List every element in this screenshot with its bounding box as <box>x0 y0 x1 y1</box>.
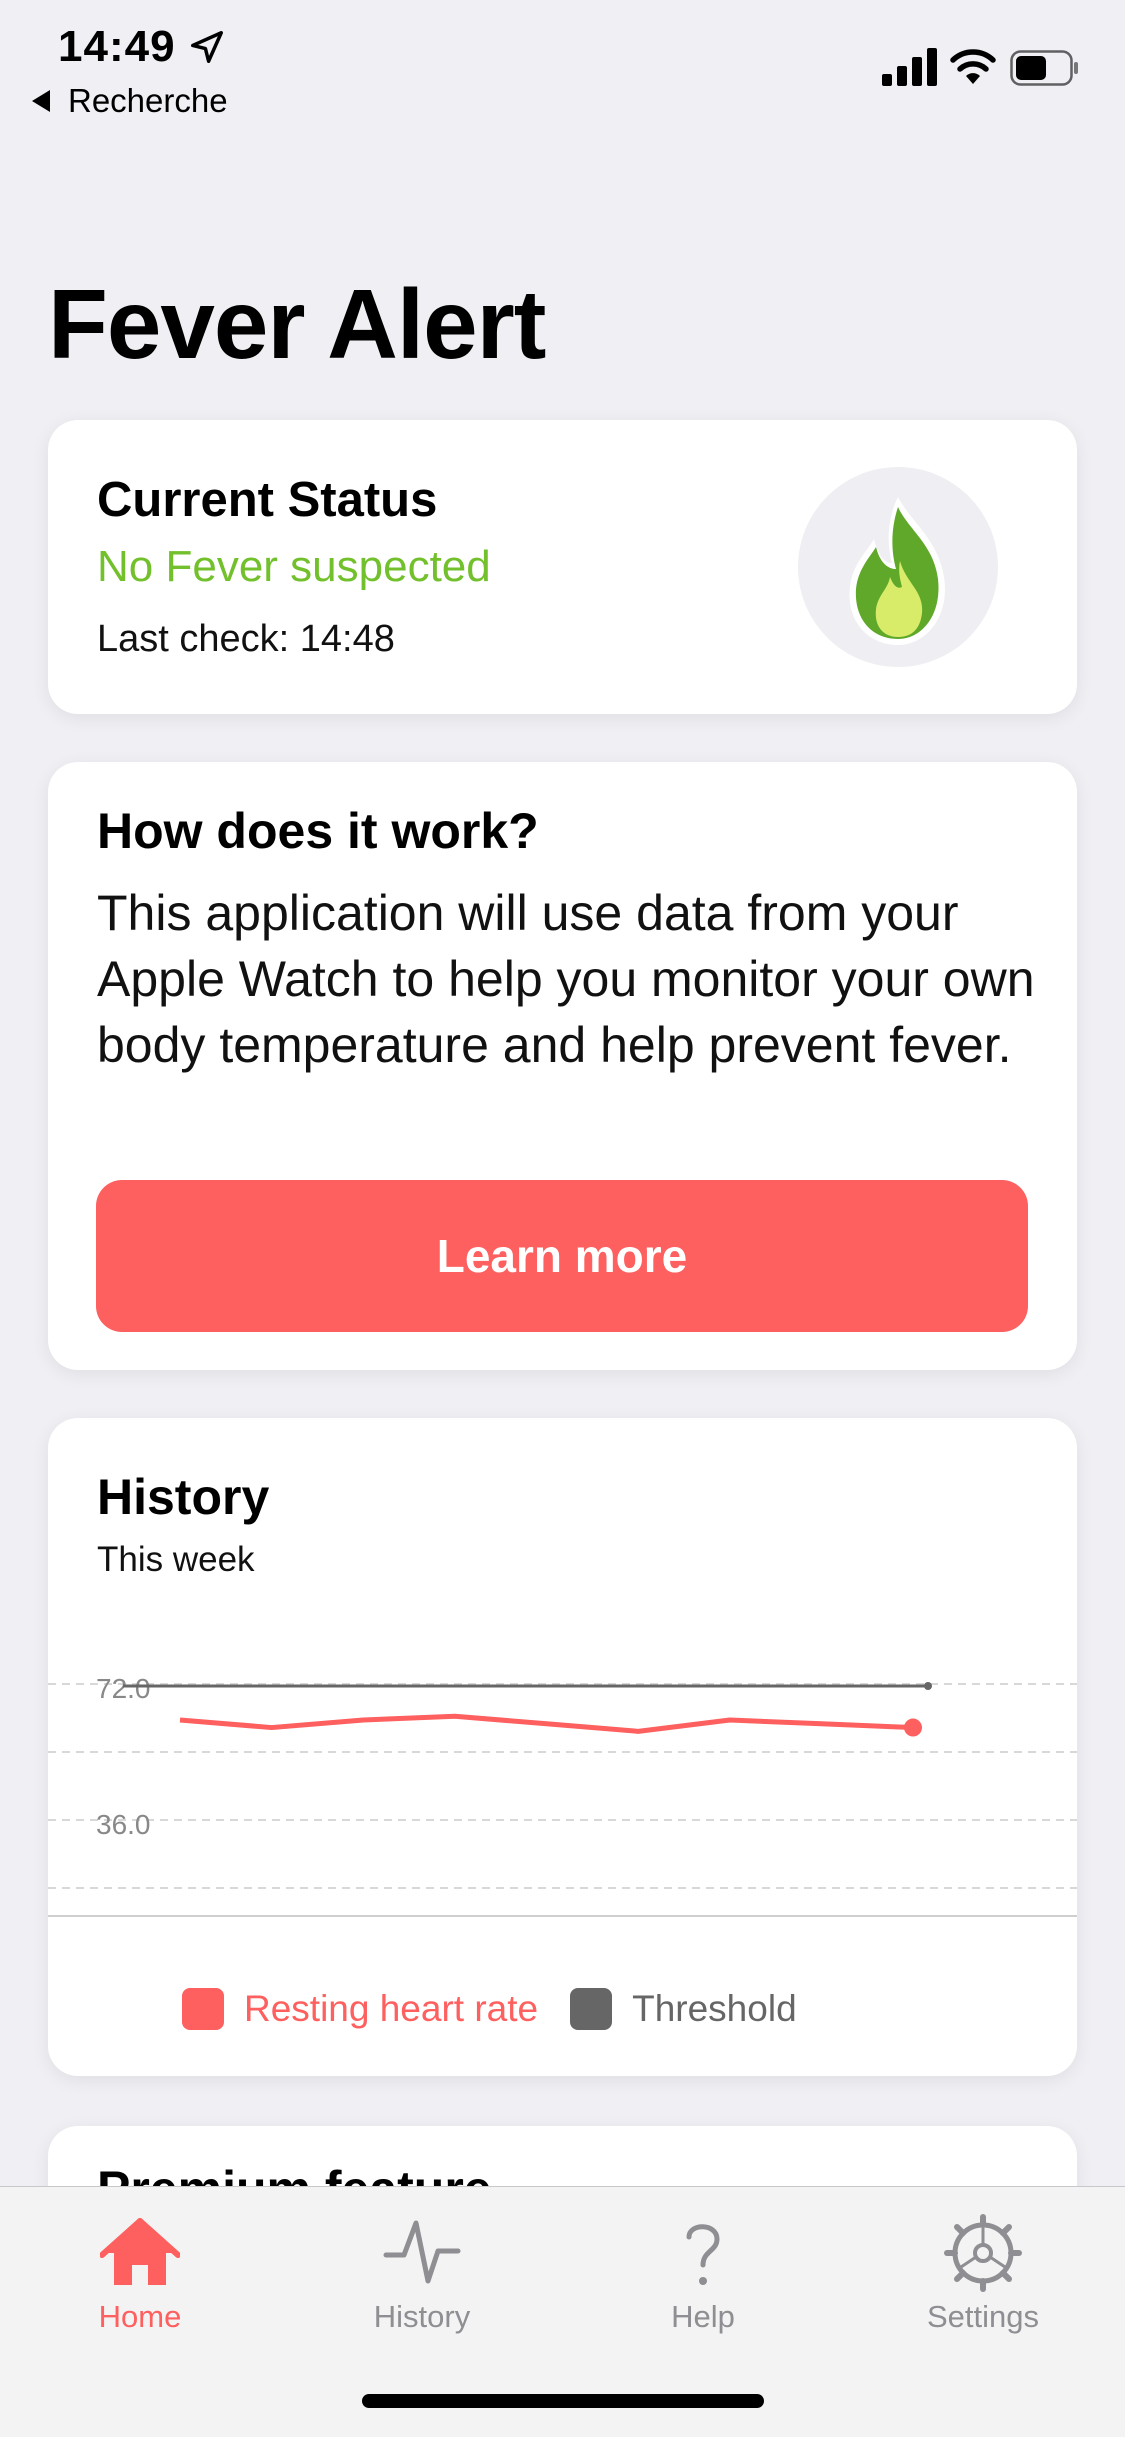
y-tick-label: 72.0 <box>96 1673 151 1704</box>
legend-item: Threshold <box>570 1988 797 2030</box>
back-label: Recherche <box>68 82 228 119</box>
pulse-icon <box>383 2220 461 2284</box>
page-title: Fever Alert <box>48 269 546 379</box>
tab-label-help: Help <box>671 2299 735 2334</box>
gear-icon <box>944 2214 1022 2292</box>
legend-label: Threshold <box>632 1988 797 2029</box>
threshold-point <box>924 1682 932 1690</box>
question-icon <box>686 2224 720 2285</box>
resting-heart-rate-line <box>179 1713 914 1734</box>
wifi-icon <box>950 49 996 84</box>
y-tick-label: 36.0 <box>96 1809 151 1840</box>
tab-history[interactable]: History <box>322 2207 522 2357</box>
legend-swatch <box>182 1988 224 2030</box>
history-title: History <box>97 1469 270 1525</box>
tab-label-home: Home <box>98 2299 182 2334</box>
history-chart: 72.0 36.0 <box>48 1673 1077 1917</box>
flame-icon <box>849 497 945 645</box>
legend-swatch <box>570 1988 613 2030</box>
legend-item: Resting heart rate <box>182 1988 538 2030</box>
history-subtitle: This week <box>97 1540 255 1579</box>
history-card: History This week 72.0 36.0 Resting heart… <box>48 1418 1077 2076</box>
status-bar: 14:49 Recherche <box>0 0 1125 130</box>
legend-label: Resting heart rate <box>244 1988 539 2029</box>
last-check-text: Last check: 14:48 <box>97 618 395 660</box>
tab-home[interactable]: Home <box>40 2207 240 2357</box>
tab-label-history: History <box>373 2299 471 2334</box>
tab-label-settings: Settings <box>926 2299 1039 2334</box>
tab-settings[interactable]: Settings <box>883 2207 1083 2357</box>
how-it-works-title: How does it work? <box>97 803 539 859</box>
back-to-app-link[interactable]: Recherche <box>32 82 228 120</box>
fever-status-value: No Fever suspected <box>97 542 491 591</box>
tab-help[interactable]: Help <box>603 2207 803 2357</box>
back-arrow-icon <box>32 90 50 112</box>
current-status-card: Current Status No Fever suspected Last c… <box>48 420 1077 714</box>
home-indicator <box>362 2394 764 2408</box>
location-arrow-icon <box>191 31 223 63</box>
current-status-title: Current Status <box>97 473 438 527</box>
how-it-works-description: This application will use data from your… <box>97 885 1035 1073</box>
battery-icon <box>1010 50 1078 86</box>
cellular-signal-icon <box>882 48 937 86</box>
learn-more-button[interactable]: Learn more <box>96 1180 1028 1332</box>
how-it-works-card: How does it work? This application will … <box>48 762 1077 1370</box>
resting-heart-rate-point <box>904 1718 922 1737</box>
status-icon-badge <box>798 467 998 667</box>
chart-legend: Resting heart rate Threshold <box>182 1988 829 2030</box>
status-time: 14:49 <box>58 22 176 71</box>
home-icon <box>100 2218 180 2285</box>
